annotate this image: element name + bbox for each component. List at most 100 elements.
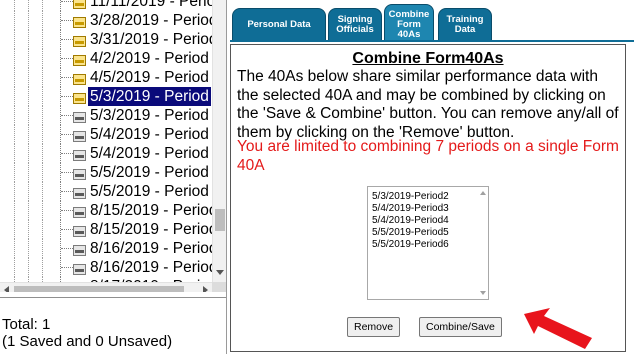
tree-guide-line (28, 125, 29, 144)
tree-guide-line (42, 163, 43, 182)
tree-vertical-scrollbar[interactable] (212, 0, 226, 282)
tree-guide-line (28, 106, 29, 125)
tree-guide-line (28, 49, 29, 68)
tree-guide-line (28, 30, 29, 49)
list-item[interactable]: 5/4/2019-Period4 (372, 215, 449, 227)
tree-item-label: 5/5/2019 - Period (90, 183, 209, 200)
tree-guide-line (14, 125, 15, 144)
scroll-down-icon[interactable] (480, 291, 486, 295)
tree-item[interactable]: 8/16/2019 - Period (0, 258, 218, 277)
tree-guide-line (42, 11, 43, 30)
tab-training-data[interactable]: Training Data (438, 8, 492, 41)
limit-warning: You are limited to combining 7 periods o… (237, 138, 619, 174)
list-item[interactable]: 5/5/2019-Period6 (372, 239, 449, 251)
combine-description: The 40As below share similar performance… (237, 68, 619, 141)
tree-item[interactable]: 5/5/2019 - Period (0, 163, 214, 182)
list-item[interactable]: 5/3/2019-Period2 (372, 191, 449, 203)
tree-item[interactable]: 8/15/2019 - Period (0, 201, 218, 220)
tree-guide-line (28, 68, 29, 87)
tree-item-label: 4/2/2019 - Period (90, 50, 209, 67)
tree-horizontal-scroll-thumb[interactable] (14, 286, 184, 292)
tree-guide-line (42, 258, 43, 277)
tree-guide-line (28, 163, 29, 182)
tree-guide-line (28, 144, 29, 163)
tree-guide-line (14, 30, 15, 49)
unsaved-form-icon (73, 110, 86, 123)
tree-status: Total: 1 (1 Saved and 0 Unsaved) (0, 297, 226, 355)
tab-combine-form40as[interactable]: Combine Form 40As (384, 4, 434, 41)
combine-periods-listbox[interactable]: 5/3/2019-Period2 5/4/2019-Period3 5/4/20… (367, 186, 489, 300)
scroll-left-icon[interactable] (4, 286, 9, 292)
tree-item-label: 3/28/2019 - Period (90, 12, 218, 29)
tree-guide-line (42, 87, 43, 106)
tree-item[interactable]: 4/2/2019 - Period (0, 49, 214, 68)
tree-guide-line (28, 0, 29, 11)
tree-guide-line (42, 106, 43, 125)
combine-save-button[interactable]: Combine/Save (419, 317, 502, 337)
tree-item-label: 8/15/2019 - Period (90, 221, 218, 238)
combine-panel: Combine Form40As The 40As below share si… (230, 44, 626, 352)
unsaved-form-icon (73, 148, 86, 161)
tree-item-label: 3/31/2019 - Period (90, 31, 218, 48)
tree-guide-line (14, 0, 15, 11)
saved-summary: (1 Saved and 0 Unsaved) (2, 333, 173, 350)
tree-guide-line (42, 144, 43, 163)
tree-item[interactable]: 8/15/2019 - Period (0, 220, 218, 239)
tree-guide-line (28, 258, 29, 277)
list-item[interactable]: 5/4/2019-Period3 (372, 203, 449, 215)
unsaved-form-icon (73, 167, 86, 180)
red-arrow-icon (524, 308, 592, 349)
saved-form-icon (73, 72, 86, 85)
tree-guide-line (14, 201, 15, 220)
panel-title: Combine Form40As (352, 50, 504, 67)
tree-item[interactable]: 11/11/2019 - Period (0, 0, 224, 11)
tree-vertical-scroll-thumb[interactable] (215, 209, 225, 231)
list-item[interactable]: 5/5/2019-Period5 (372, 227, 449, 239)
unsaved-form-icon (73, 224, 86, 237)
tree-item[interactable]: 3/31/2019 - Period (0, 30, 218, 49)
scroll-right-icon[interactable] (203, 286, 208, 292)
tab-underline (230, 40, 634, 42)
unsaved-form-icon (73, 129, 86, 142)
remove-button[interactable]: Remove (347, 317, 401, 337)
tree-item-label: 8/16/2019 - Period (90, 240, 218, 257)
unsaved-form-icon (73, 262, 86, 275)
tree-horizontal-scrollbar[interactable] (0, 282, 212, 292)
tab-signing-officials[interactable]: Signing Officials (328, 8, 382, 41)
tree-guide-line (42, 125, 43, 144)
tree-guide-line (42, 49, 43, 68)
tree-item-label: 5/5/2019 - Period (90, 164, 209, 181)
tree-guide-line (14, 182, 15, 201)
tree-item-label: 8/15/2019 - Period (90, 202, 218, 219)
tree-item[interactable]: 5/5/2019 - Period (0, 182, 214, 201)
tab-bar: Personal Data Signing Officials Combine … (230, 0, 634, 42)
tree-item[interactable]: 5/4/2019 - Period (0, 144, 214, 163)
period-tree-panel: 11/11/2019 - Period 3/28/2019 - Period 3/3… (0, 0, 227, 355)
tree-item-label: 5/3/2019 - Period (90, 107, 209, 124)
tree-item[interactable]: 3/28/2019 - Period (0, 11, 218, 30)
tree-item[interactable]: 4/5/2019 - Period (0, 68, 214, 87)
scrollbar-corner (212, 282, 226, 292)
tree-guide-line (14, 68, 15, 87)
tree-guide-line (14, 239, 15, 258)
tree-guide-line (28, 182, 29, 201)
tree-guide-line (14, 106, 15, 125)
tree-guide-line (28, 220, 29, 239)
tree-item[interactable]: 5/4/2019 - Period (0, 125, 214, 144)
listbox-scrollbar[interactable] (477, 187, 488, 299)
tree-item-label: 5/4/2019 - Period (90, 126, 209, 143)
tree-item[interactable]: 8/16/2019 - Period (0, 239, 218, 258)
tree-item-label: 8/16/2019 - Period (90, 259, 218, 276)
tree-item[interactable]: 5/3/2019 - Period (0, 87, 214, 106)
scroll-up-icon[interactable] (480, 191, 486, 195)
saved-form-icon (73, 91, 86, 104)
scroll-down-icon[interactable] (216, 270, 224, 275)
tree-item[interactable]: 5/3/2019 - Period (0, 106, 214, 125)
tree-guide-line (42, 201, 43, 220)
tree-guide-line (14, 144, 15, 163)
saved-form-icon (73, 53, 86, 66)
tree-guide-line (42, 68, 43, 87)
tab-personal-data[interactable]: Personal Data (232, 8, 326, 41)
tree-guide-line (14, 163, 15, 182)
tree-guide-line (14, 11, 15, 30)
